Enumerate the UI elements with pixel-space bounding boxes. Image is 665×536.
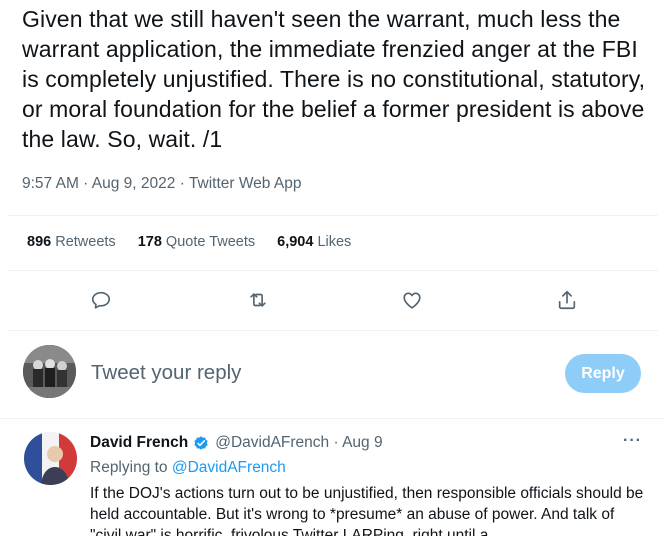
replying-to: Replying to @DavidAFrench	[90, 459, 286, 476]
retweets-stat[interactable]: 896 Retweets	[27, 234, 116, 250]
divider	[7, 215, 658, 216]
divider	[7, 330, 658, 331]
author-handle-time[interactable]: @DavidAFrench · Aug 9	[215, 434, 382, 452]
reply-input[interactable]: Tweet your reply	[91, 361, 241, 385]
tweet-stats: 896 Retweets 178 Quote Tweets 6,904 Like…	[27, 234, 351, 250]
divider	[7, 270, 658, 271]
reply-body: If the DOJ's actions turn out to be unju…	[90, 485, 644, 536]
reply-icon[interactable]	[86, 285, 116, 315]
reply-header: David French @DavidAFrench · Aug 9	[90, 434, 383, 452]
more-options-icon[interactable]: ···	[623, 432, 642, 450]
tweet-meta[interactable]: 9:57 AM · Aug 9, 2022 · Twitter Web App	[22, 175, 301, 193]
divider	[0, 418, 665, 419]
share-icon[interactable]	[552, 285, 582, 315]
author-avatar[interactable]	[24, 432, 77, 485]
likes-stat[interactable]: 6,904 Likes	[277, 234, 351, 250]
action-bar	[0, 285, 665, 315]
quote-tweets-stat[interactable]: 178 Quote Tweets	[138, 234, 255, 250]
verified-badge-icon	[194, 436, 208, 450]
retweet-icon[interactable]	[243, 285, 273, 315]
reply-button[interactable]: Reply	[565, 354, 641, 393]
like-icon[interactable]	[397, 285, 427, 315]
replying-to-link[interactable]: @DavidAFrench	[172, 459, 286, 476]
author-name[interactable]: David French	[90, 434, 188, 452]
current-user-avatar[interactable]	[23, 345, 76, 398]
tweet-text: Given that we still haven't seen the war…	[22, 6, 646, 152]
